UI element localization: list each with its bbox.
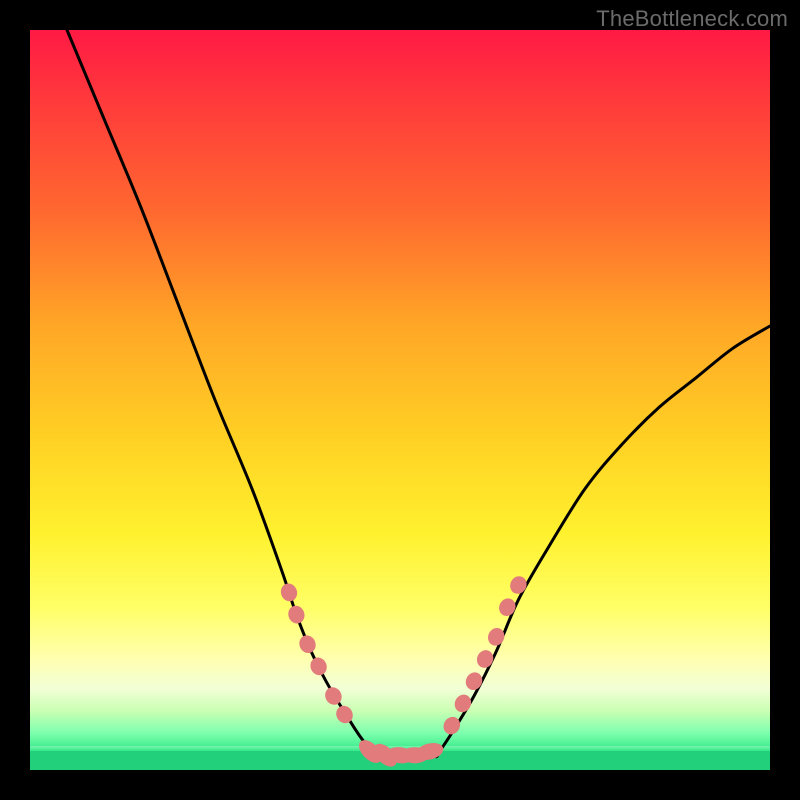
watermark-label: TheBottleneck.com [596,6,788,32]
curve-marker [463,669,486,692]
plot-area [30,30,770,770]
curve-marker [278,581,299,603]
curve-marker [297,633,319,656]
chart-frame: TheBottleneck.com [0,0,800,800]
curve-svg [30,30,770,770]
curve-marker [474,647,496,670]
curve-marker [496,596,518,619]
curve-path [67,30,770,759]
curve-marker [286,603,307,625]
curve-marker [485,625,507,648]
curve-marker [308,655,330,678]
curve-marker [507,573,529,596]
curve-marker [322,684,345,708]
curve-markers [278,573,529,770]
bottleneck-curve [67,30,770,759]
curve-marker [452,692,475,715]
